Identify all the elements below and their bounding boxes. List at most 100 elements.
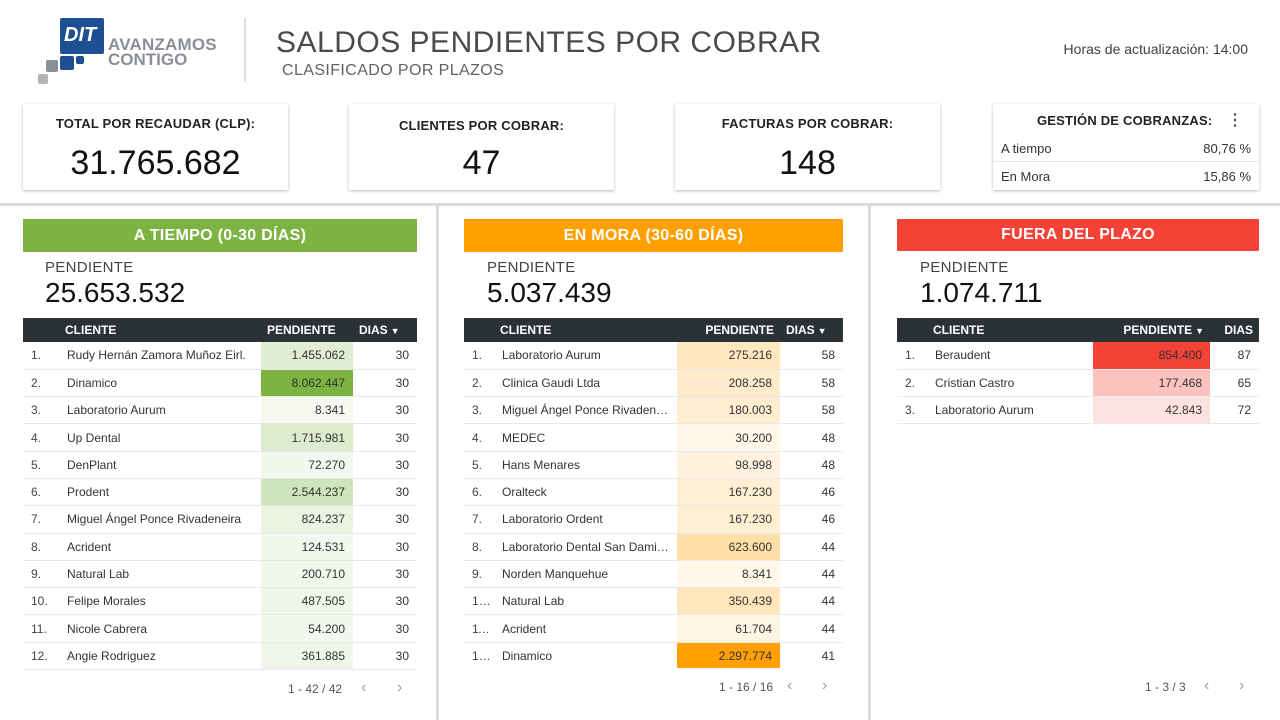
col-cliente[interactable]: CLIENTE [927,318,1093,342]
pendiente-label: PENDIENTE [487,259,576,276]
row-index: 2. [897,369,927,398]
row-cliente: Prodent [59,478,261,507]
pendiente-label: PENDIENTE [45,259,134,276]
row-dias: 30 [353,342,417,370]
col-dias[interactable]: DIAS [1210,318,1259,342]
more-vert-icon[interactable]: ⋮ [1227,110,1243,130]
row-dias: 72 [1210,396,1259,425]
logo-line2: CONTIGO [108,50,188,69]
table-row[interactable]: 4. Up Dental 1.715.981 30 [23,423,417,452]
col-dias[interactable]: DIAS ▼ [353,318,417,342]
row-dias: 58 [780,342,843,370]
pager-label: 1 - 42 / 42 [288,682,343,696]
table-row[interactable]: 2. Clinica Gaudi Ltda 208.258 58 [464,369,843,398]
row-pendiente: 8.341 [261,396,353,425]
sort-down-icon: ▼ [817,326,827,336]
row-pendiente: 623.600 [677,533,780,561]
row-cliente: Laboratorio Aurum [59,396,261,425]
row-index: 5. [464,451,494,479]
table-row[interactable]: 1. Rudy Hernán Zamora Muñoz Eirl. 1.455.06… [23,342,417,370]
col-cliente[interactable]: CLIENTE [59,318,261,342]
row-index: 6. [464,478,494,507]
table-row[interactable]: 6. Oralteck 167.230 46 [464,478,843,507]
row-dias: 30 [353,369,417,398]
row-index: 10. [23,587,59,616]
row-pendiente: 200.710 [261,560,353,589]
kpi-label: TOTAL POR RECAUDAR (CLP): [55,116,256,131]
col-index [897,318,927,342]
logo-block [60,56,74,70]
table-row[interactable]: 6. Prodent 2.544.237 30 [23,478,417,507]
col-pendiente[interactable]: PENDIENTE [677,318,780,342]
table-row[interactable]: 11. Nicole Cabrera 54.200 30 [23,614,417,643]
table-row[interactable]: 10. Felipe Morales 487.505 30 [23,587,417,616]
chevron-right-icon[interactable]: › [397,679,402,697]
table-row[interactable]: 1. Beraudent 854.400 87 [897,342,1259,370]
row-cliente: Laboratorio Ordent [494,505,677,534]
table-row[interactable]: 8. Laboratorio Dental San Damián 623.600 44 [464,533,843,561]
table-row[interactable]: 4. MEDEC 30.200 48 [464,423,843,452]
table-row[interactable]: 8. Acrident 124.531 30 [23,533,417,561]
row-cliente: Acrident [494,614,677,643]
table-row[interactable]: 3. Laboratorio Aurum 8.341 30 [23,396,417,425]
kpi-value: 148 [779,144,836,182]
table-row[interactable]: 9. Natural Lab 200.710 30 [23,560,417,589]
table-row[interactable]: 9. Norden Manquehue 8.341 44 [464,560,843,589]
table-row[interactable]: 3. Miguel Ángel Ponce Rivadeneira 180.003 5… [464,396,843,425]
row-dias: 30 [353,396,417,425]
table-row[interactable]: 11. Acrident 61.704 44 [464,614,843,643]
row-cliente: Rudy Hernán Zamora Muñoz Eirl. [59,342,261,370]
row-index: 11. [23,614,59,643]
row-pendiente: 487.505 [261,587,353,616]
table-row[interactable]: 7. Laboratorio Ordent 167.230 46 [464,505,843,534]
row-dias: 46 [780,505,843,534]
chevron-right-icon[interactable]: › [822,677,827,695]
row-index: 9. [464,560,494,589]
table-row[interactable]: 2. Dinamico 8.062.447 30 [23,369,417,398]
table-a-tiempo-viewport[interactable]: CLIENTE PENDIENTE DIAS ▼ 1. Rudy Hernán Za… [23,318,417,678]
pendiente-value: 25.653.532 [45,277,186,308]
row-cliente: Natural Lab [494,587,677,616]
row-dias: 30 [353,533,417,561]
chevron-right-icon[interactable]: › [1239,677,1244,695]
row-pendiente: 350.439 [677,587,780,616]
col-pendiente[interactable]: PENDIENTE [261,318,353,342]
row-pendiente: 167.230 [677,478,780,507]
row-pendiente: 1.715.981 [261,423,353,452]
table-row[interactable]: 5. DenPlant 72.270 30 [23,451,417,479]
table-en-mora-viewport[interactable]: CLIENTE PENDIENTE DIAS ▼ 1. Laboratorio Au… [464,318,843,668]
col-dias[interactable]: DIAS ▼ [780,318,843,342]
table-row[interactable]: 12. Dinamico 2.297.774 41 [464,642,843,668]
row-pendiente: 177.468 [1093,369,1210,398]
table-row[interactable]: 3. Laboratorio Aurum 42.843 72 [897,396,1259,425]
row-cliente: Angie Rodriguez [59,642,261,671]
table-row[interactable]: 10. Natural Lab 350.439 44 [464,587,843,616]
row-cliente: Oralteck [494,478,677,507]
table-row[interactable]: 7. Miguel Ángel Ponce Rivadeneira 824.237 3… [23,505,417,534]
table-row[interactable]: 2. Cristian Castro 177.468 65 [897,369,1259,398]
chevron-left-icon[interactable]: ‹ [361,679,366,697]
row-pendiente: 30.200 [677,423,780,452]
row-index: 4. [464,423,494,452]
row-dias: 30 [353,451,417,479]
row-index: 1. [464,342,494,370]
row-pendiente: 2.297.774 [677,642,780,668]
table-fuera-viewport[interactable]: CLIENTE PENDIENTE ▼ DIAS 1. Beraudent 854.4… [897,318,1259,428]
chevron-left-icon[interactable]: ‹ [1204,677,1209,695]
row-pendiente: 61.704 [677,614,780,643]
chevron-left-icon[interactable]: ‹ [787,677,792,695]
col-pendiente[interactable]: PENDIENTE ▼ [1093,318,1210,342]
row-dias: 30 [353,587,417,616]
table-row[interactable]: 12. Angie Rodriguez 361.885 30 [23,642,417,671]
col-cliente[interactable]: CLIENTE [494,318,677,342]
sort-down-icon: ▼ [390,326,400,336]
column-divider [436,206,439,720]
table-row[interactable]: 1. Laboratorio Aurum 275.216 58 [464,342,843,370]
row-cliente: Up Dental [59,423,261,452]
row-index: 10. [464,587,494,616]
row-cliente: Laboratorio Dental San Damián [494,533,677,561]
table-row[interactable]: 5. Hans Menares 98.998 48 [464,451,843,479]
row-index: 2. [464,369,494,398]
row-dias: 44 [780,533,843,561]
row-index: 8. [23,533,59,561]
